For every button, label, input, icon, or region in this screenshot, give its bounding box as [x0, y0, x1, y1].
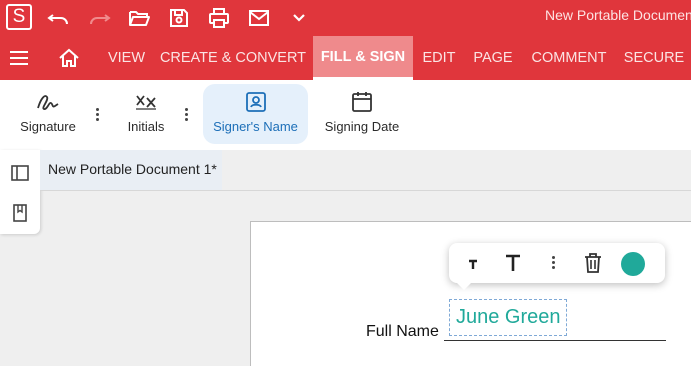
hamburger-icon [10, 51, 28, 65]
print-icon [209, 8, 229, 28]
tab-edit[interactable]: EDIT [417, 36, 461, 80]
increase-font-button[interactable] [501, 251, 525, 275]
text-color-button[interactable] [621, 252, 645, 276]
signature-label: Signature [20, 119, 76, 134]
ribbon-toolbar: Signature Initials Signer's Name Signing… [0, 80, 691, 151]
trash-icon [585, 253, 601, 273]
home-button[interactable] [57, 47, 81, 69]
decrease-font-button[interactable] [461, 251, 485, 275]
signing-date-label: Signing Date [324, 119, 400, 134]
save-icon [170, 9, 188, 27]
document-tab-bar: New Portable Document 1* [40, 150, 691, 191]
id-card-icon [245, 92, 266, 112]
tab-comment[interactable]: COMMENT [525, 36, 613, 80]
signers-name-label: Signer's Name [213, 119, 298, 134]
tab-secure[interactable]: SECURE [619, 36, 689, 80]
small-text-icon [469, 259, 477, 269]
delete-button[interactable] [581, 251, 605, 275]
redo-icon [90, 14, 111, 25]
redo-button[interactable] [87, 7, 111, 29]
app-logo[interactable]: S [6, 4, 32, 30]
window-title: New Portable Document 1 [545, 7, 691, 23]
main-nav: VIEW CREATE & CONVERT FILL & SIGN EDIT P… [0, 36, 691, 80]
field-underline [444, 340, 666, 341]
open-button[interactable] [127, 7, 151, 29]
signature-icon [37, 95, 59, 110]
more-options-button[interactable] [550, 254, 556, 272]
initials-button[interactable]: Initials [118, 84, 174, 144]
large-text-icon [506, 254, 520, 271]
document-tab[interactable]: New Portable Document 1* [40, 150, 222, 190]
tab-create-convert[interactable]: CREATE & CONVERT [157, 36, 309, 80]
mail-button[interactable] [247, 7, 271, 29]
signature-button[interactable]: Signature [14, 84, 82, 144]
calendar-icon [352, 92, 372, 112]
home-icon [59, 48, 79, 67]
title-bar: S New Portable Document [0, 0, 691, 36]
signing-date-button[interactable]: Signing Date [318, 84, 406, 144]
left-sidebar [0, 150, 40, 234]
initials-icon [136, 95, 156, 110]
sidebar-panel-icon [11, 165, 29, 181]
chevron-down-icon [293, 14, 305, 22]
open-folder-icon [129, 11, 150, 26]
initials-label: Initials [127, 119, 165, 134]
undo-icon [47, 14, 68, 25]
signature-more-button[interactable] [94, 106, 100, 124]
bookmark-icon [13, 204, 27, 222]
panel-toggle-button[interactable] [10, 163, 30, 183]
menu-button[interactable] [8, 48, 30, 68]
floating-format-toolbar [449, 243, 665, 290]
tab-fill-sign[interactable]: FILL & SIGN [313, 36, 413, 80]
initials-more-button[interactable] [183, 106, 189, 124]
save-button[interactable] [167, 7, 191, 29]
field-label: Full Name [366, 323, 439, 340]
print-button[interactable] [207, 7, 231, 29]
undo-button[interactable] [47, 7, 71, 29]
signers-name-field[interactable]: June Green [449, 299, 567, 336]
customize-quick-access-button[interactable] [287, 7, 311, 29]
tab-page[interactable]: PAGE [469, 36, 517, 80]
signers-name-button[interactable]: Signer's Name [203, 84, 308, 144]
mail-icon [249, 10, 269, 26]
tab-view[interactable]: VIEW [100, 36, 153, 80]
bookmark-panel-button[interactable] [10, 203, 30, 223]
